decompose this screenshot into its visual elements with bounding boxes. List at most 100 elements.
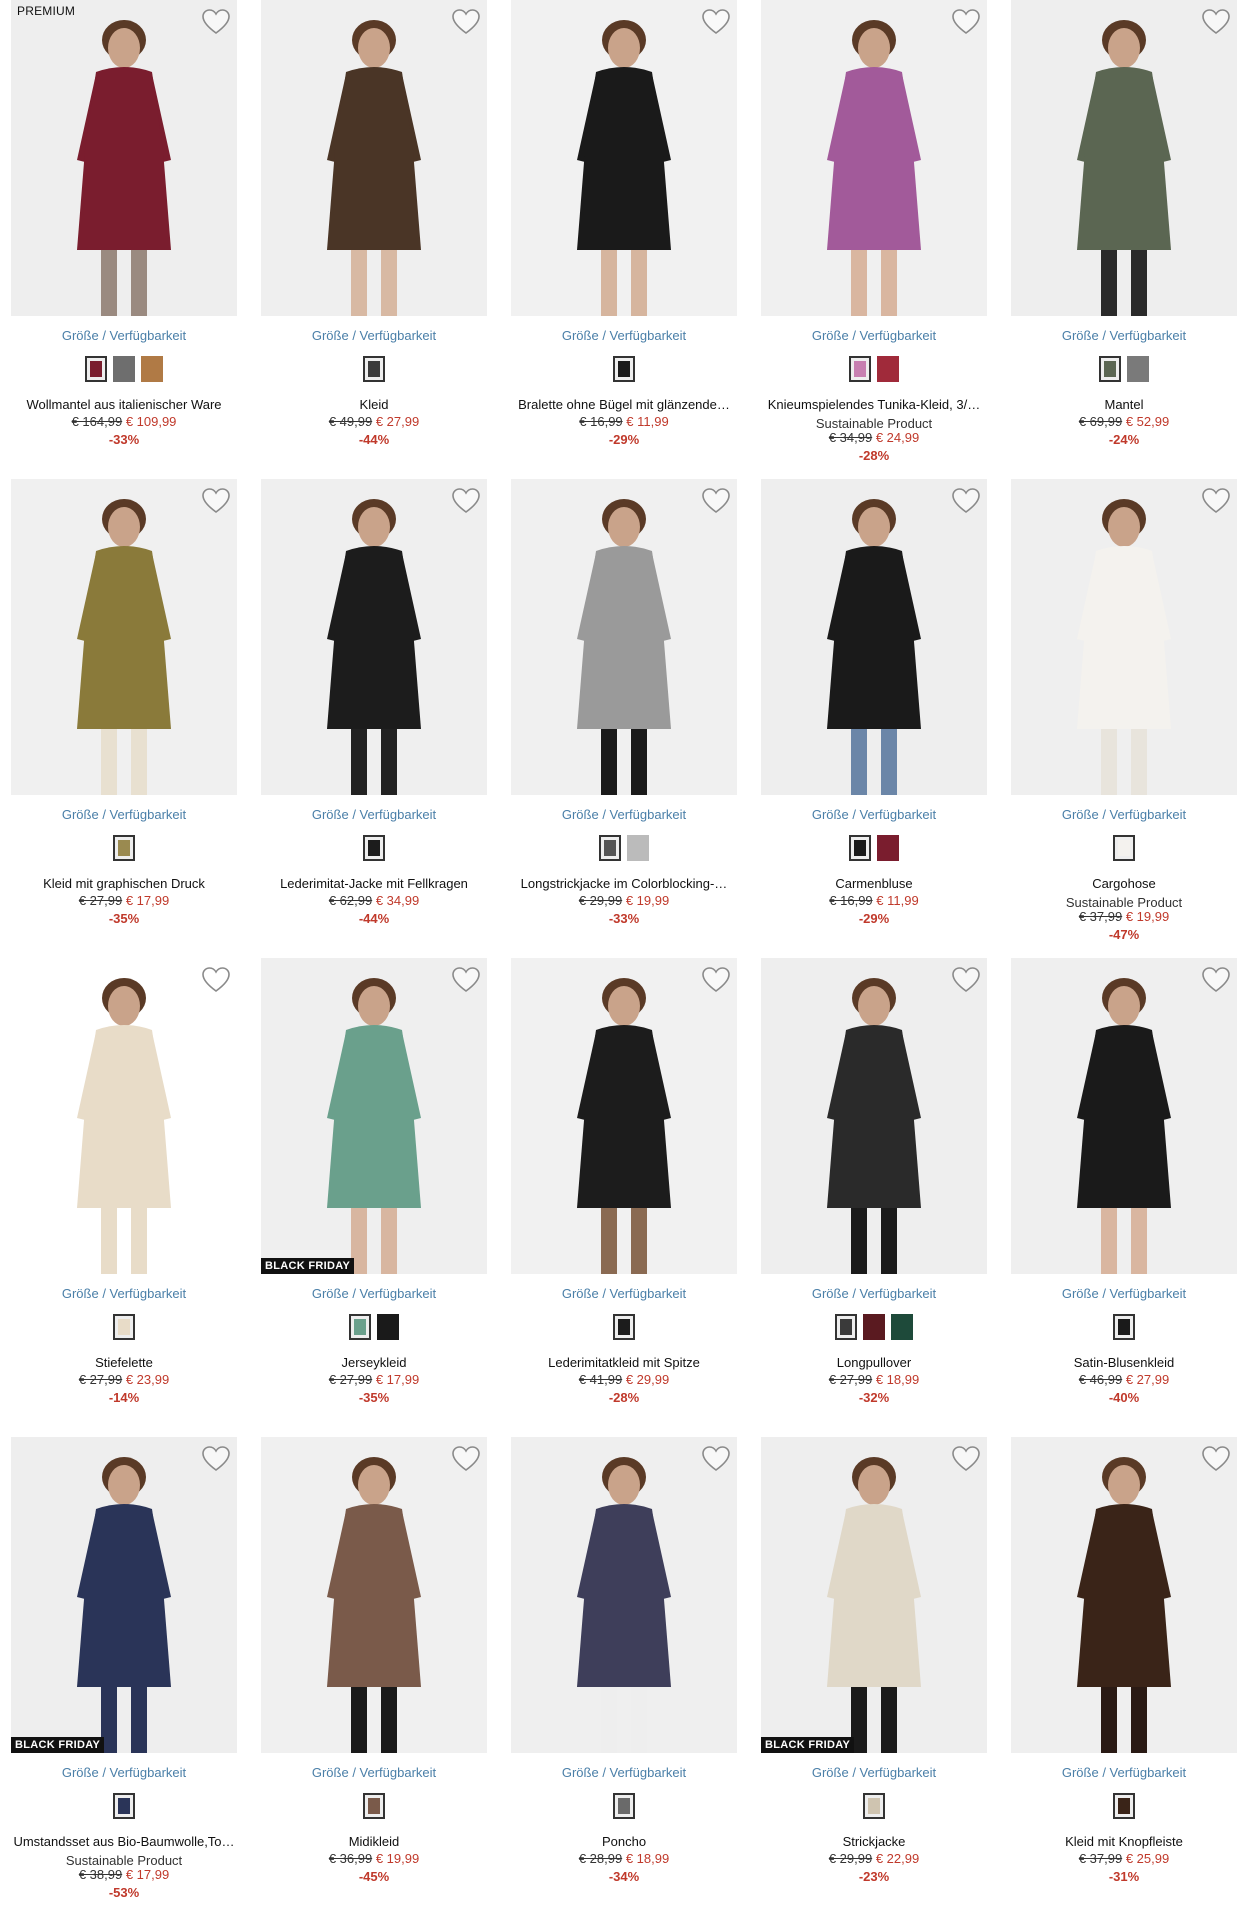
product-image[interactable] [511, 479, 737, 795]
product-card[interactable]: Größe / Verfügbarkeit Kleid mit Knopfleis… [1011, 1437, 1237, 1907]
product-image[interactable] [1011, 479, 1237, 795]
color-swatch[interactable] [613, 1793, 635, 1819]
product-name[interactable]: Cargohose [1011, 876, 1237, 891]
product-name[interactable]: Longstrickjacke im Colorblocking-… [511, 876, 737, 891]
product-card[interactable]: Größe / Verfügbarkeit Midikleid € 36,99 € … [261, 1437, 487, 1907]
product-name[interactable]: Stiefelette [11, 1355, 237, 1370]
product-name[interactable]: Satin-Blusenkleid [1011, 1355, 1237, 1370]
product-card[interactable]: Größe / Verfügbarkeit Kleid mit graphisch… [11, 479, 237, 949]
product-card[interactable]: Größe / Verfügbarkeit Stiefelette € 27,99 … [11, 958, 237, 1428]
product-image[interactable] [11, 958, 237, 1274]
product-card[interactable]: Größe / Verfügbarkeit Kleid € 49,99 € 27,9… [261, 0, 487, 470]
product-card[interactable]: Größe / Verfügbarkeit Satin-Blusenkleid € … [1011, 958, 1237, 1428]
size-availability-link[interactable]: Größe / Verfügbarkeit [261, 328, 487, 343]
product-name[interactable]: Kleid [261, 397, 487, 412]
wishlist-heart-icon[interactable] [451, 487, 481, 515]
product-image[interactable] [261, 0, 487, 316]
product-card[interactable]: BLACK FRIDAY Größe / Verfügbarkeit Jerseyk… [261, 958, 487, 1428]
product-name[interactable]: Wollmantel aus italienischer Ware [11, 397, 237, 412]
wishlist-heart-icon[interactable] [1201, 487, 1231, 515]
product-name[interactable]: Jerseykleid [261, 1355, 487, 1370]
color-swatch[interactable] [599, 835, 621, 861]
product-image[interactable] [761, 0, 987, 316]
product-name[interactable]: Kleid mit graphischen Druck [11, 876, 237, 891]
size-availability-link[interactable]: Größe / Verfügbarkeit [1011, 1286, 1237, 1301]
product-name[interactable]: Longpullover [761, 1355, 987, 1370]
product-card[interactable]: Größe / Verfügbarkeit Lederimitatkleid mi… [511, 958, 737, 1428]
wishlist-heart-icon[interactable] [701, 966, 731, 994]
wishlist-heart-icon[interactable] [201, 966, 231, 994]
color-swatch[interactable] [113, 1314, 135, 1340]
product-image[interactable] [511, 1437, 737, 1753]
color-swatch[interactable] [877, 356, 899, 382]
color-swatch[interactable] [377, 1314, 399, 1340]
wishlist-heart-icon[interactable] [1201, 966, 1231, 994]
size-availability-link[interactable]: Größe / Verfügbarkeit [761, 1286, 987, 1301]
wishlist-heart-icon[interactable] [451, 1445, 481, 1473]
size-availability-link[interactable]: Größe / Verfügbarkeit [511, 1286, 737, 1301]
color-swatch[interactable] [863, 1314, 885, 1340]
product-image[interactable] [511, 958, 737, 1274]
wishlist-heart-icon[interactable] [201, 487, 231, 515]
product-card[interactable]: BLACK FRIDAY Größe / Verfügbarkeit Strickj… [761, 1437, 987, 1907]
color-swatch[interactable] [1113, 835, 1135, 861]
size-availability-link[interactable]: Größe / Verfügbarkeit [511, 328, 737, 343]
color-swatch[interactable] [1113, 1314, 1135, 1340]
size-availability-link[interactable]: Größe / Verfügbarkeit [261, 1286, 487, 1301]
product-name[interactable]: Midikleid [261, 1834, 487, 1849]
wishlist-heart-icon[interactable] [701, 1445, 731, 1473]
product-name[interactable]: Strickjacke [761, 1834, 987, 1849]
wishlist-heart-icon[interactable] [201, 1445, 231, 1473]
size-availability-link[interactable]: Größe / Verfügbarkeit [1011, 1765, 1237, 1780]
size-availability-link[interactable]: Größe / Verfügbarkeit [261, 807, 487, 822]
product-image[interactable]: BLACK FRIDAY [11, 1437, 237, 1753]
wishlist-heart-icon[interactable] [451, 966, 481, 994]
color-swatch[interactable] [141, 356, 163, 382]
product-card[interactable]: Größe / Verfügbarkeit Longpullover € 27,99… [761, 958, 987, 1428]
product-image[interactable] [261, 479, 487, 795]
color-swatch[interactable] [613, 356, 635, 382]
size-availability-link[interactable]: Größe / Verfügbarkeit [11, 807, 237, 822]
color-swatch[interactable] [113, 356, 135, 382]
color-swatch[interactable] [1099, 356, 1121, 382]
product-image[interactable] [1011, 958, 1237, 1274]
size-availability-link[interactable]: Größe / Verfügbarkeit [761, 328, 987, 343]
product-name[interactable]: Lederimitat-Jacke mit Fellkragen [261, 876, 487, 891]
size-availability-link[interactable]: Größe / Verfügbarkeit [511, 807, 737, 822]
wishlist-heart-icon[interactable] [701, 487, 731, 515]
wishlist-heart-icon[interactable] [201, 8, 231, 36]
color-swatch[interactable] [1127, 356, 1149, 382]
product-name[interactable]: Poncho [511, 1834, 737, 1849]
wishlist-heart-icon[interactable] [951, 1445, 981, 1473]
color-swatch[interactable] [849, 835, 871, 861]
size-availability-link[interactable]: Größe / Verfügbarkeit [511, 1765, 737, 1780]
product-name[interactable]: Umstandsset aus Bio-Baumwolle,To… [11, 1834, 237, 1849]
wishlist-heart-icon[interactable] [701, 8, 731, 36]
wishlist-heart-icon[interactable] [451, 8, 481, 36]
wishlist-heart-icon[interactable] [951, 487, 981, 515]
color-swatch[interactable] [85, 356, 107, 382]
product-image[interactable]: BLACK FRIDAY [261, 958, 487, 1274]
color-swatch[interactable] [627, 835, 649, 861]
product-card[interactable]: Größe / Verfügbarkeit Cargohose Sustainabl… [1011, 479, 1237, 949]
size-availability-link[interactable]: Größe / Verfügbarkeit [11, 328, 237, 343]
color-swatch[interactable] [113, 1793, 135, 1819]
color-swatch[interactable] [891, 1314, 913, 1340]
size-availability-link[interactable]: Größe / Verfügbarkeit [1011, 807, 1237, 822]
color-swatch[interactable] [363, 356, 385, 382]
product-name[interactable]: Lederimitatkleid mit Spitze [511, 1355, 737, 1370]
product-card[interactable]: Größe / Verfügbarkeit Poncho € 28,99 € 18,… [511, 1437, 737, 1907]
product-image[interactable]: PREMIUM [11, 0, 237, 316]
color-swatch[interactable] [835, 1314, 857, 1340]
color-swatch[interactable] [113, 835, 135, 861]
wishlist-heart-icon[interactable] [951, 8, 981, 36]
color-swatch[interactable] [849, 356, 871, 382]
color-swatch[interactable] [363, 835, 385, 861]
wishlist-heart-icon[interactable] [1201, 1445, 1231, 1473]
product-name[interactable]: Mantel [1011, 397, 1237, 412]
product-image[interactable] [11, 479, 237, 795]
product-image[interactable] [1011, 0, 1237, 316]
product-image[interactable]: BLACK FRIDAY [761, 1437, 987, 1753]
color-swatch[interactable] [863, 1793, 885, 1819]
product-name[interactable]: Carmenbluse [761, 876, 987, 891]
